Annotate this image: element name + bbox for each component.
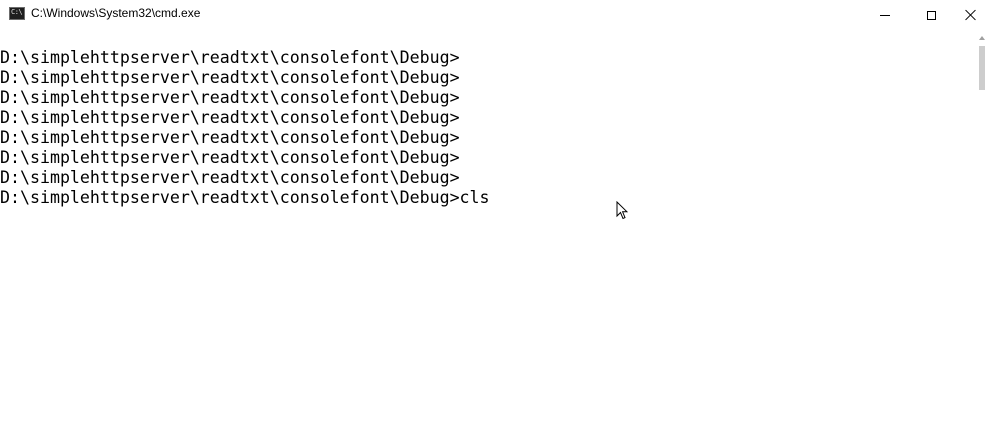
console-app-icon[interactable]: C:\ xyxy=(9,7,25,20)
title-bar[interactable]: C:\ C:\Windows\System32\cmd.exe xyxy=(0,0,988,30)
console-line: D:\simplehttpserver\readtxt\consolefont\… xyxy=(0,68,460,87)
console-line: D:\simplehttpserver\readtxt\consolefont\… xyxy=(0,148,460,167)
vertical-scrollbar[interactable] xyxy=(976,30,988,435)
console-line: D:\simplehttpserver\readtxt\consolefont\… xyxy=(0,128,460,147)
console-input-line[interactable]: D:\simplehttpserver\readtxt\consolefont\… xyxy=(0,188,970,208)
console-output[interactable]: D:\simplehttpserver\readtxt\consolefont\… xyxy=(0,48,970,435)
scroll-up-arrow-icon[interactable] xyxy=(979,36,985,40)
mouse-pointer-icon xyxy=(616,201,628,220)
console-line: D:\simplehttpserver\readtxt\consolefont\… xyxy=(0,108,460,127)
close-button[interactable] xyxy=(954,0,988,30)
close-icon xyxy=(965,9,977,21)
scrollbar-thumb[interactable] xyxy=(979,46,985,90)
maximize-button[interactable] xyxy=(908,0,954,30)
window-title: C:\Windows\System32\cmd.exe xyxy=(31,6,201,20)
console-line: D:\simplehttpserver\readtxt\consolefont\… xyxy=(0,48,460,67)
app-icon-label: C:\ xyxy=(11,8,23,16)
console-line: D:\simplehttpserver\readtxt\consolefont\… xyxy=(0,88,460,107)
minimize-icon xyxy=(880,14,890,16)
console-line: D:\simplehttpserver\readtxt\consolefont\… xyxy=(0,168,460,187)
minimize-button[interactable] xyxy=(862,0,908,30)
maximize-icon xyxy=(926,10,936,20)
